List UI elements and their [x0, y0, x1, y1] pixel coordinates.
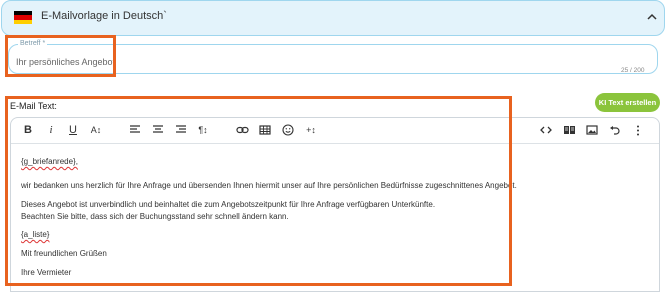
- accordion-title: E-Mailvorlage in Deutsch`: [41, 10, 167, 22]
- chevron-up-icon[interactable]: [645, 10, 659, 24]
- book-icon[interactable]: [562, 123, 576, 137]
- code-view-icon[interactable]: [539, 123, 553, 137]
- more-options-icon[interactable]: [631, 123, 645, 137]
- undo-icon[interactable]: [608, 123, 622, 137]
- ki-text-button[interactable]: KI Text erstellen: [595, 93, 660, 112]
- subject-char-counter: 25 / 200: [621, 67, 645, 74]
- editor-highlight: [5, 96, 512, 286]
- subject-highlight: [5, 35, 116, 77]
- image-icon[interactable]: [585, 123, 599, 137]
- german-flag-icon: [14, 11, 32, 24]
